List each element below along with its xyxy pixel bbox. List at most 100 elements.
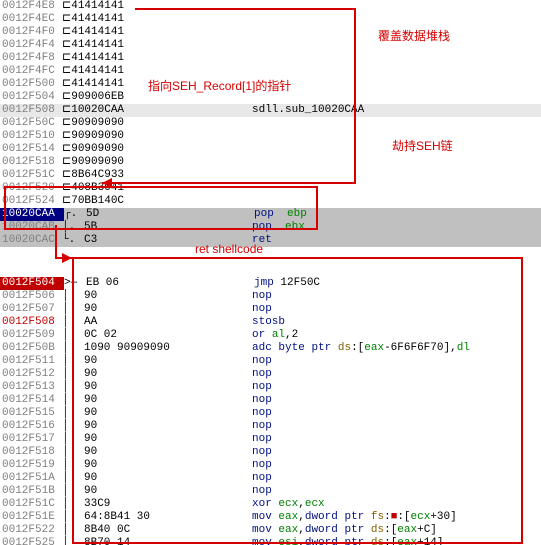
address-cell: 0012F518 xyxy=(0,156,62,169)
address-cell: 0012F513 xyxy=(0,381,62,394)
gutter-cell: │. xyxy=(62,221,84,234)
gutter-cell: │ xyxy=(62,524,84,537)
stack-row: 0012F524⊏70BB140C xyxy=(0,195,541,208)
address-cell: 0012F50C xyxy=(0,117,62,130)
gutter-cell: │ xyxy=(62,303,84,316)
address-cell: 0012F51B xyxy=(0,485,62,498)
address-cell: 0012F512 xyxy=(0,368,62,381)
stack-row: 0012F4FC⊏41414141 xyxy=(0,65,541,78)
disasm-cell xyxy=(252,195,541,208)
disasm-cell: nop xyxy=(252,381,541,394)
address-cell: 0012F4F4 xyxy=(0,39,62,52)
disasm-cell: nop xyxy=(252,485,541,498)
stack-row: 0012F4F0⊏41414141 xyxy=(0,26,541,39)
address-cell: 10020CAB xyxy=(0,221,62,234)
stack-row: 0012F50C⊏90909090 xyxy=(0,117,541,130)
address-cell: 0012F4F8 xyxy=(0,52,62,65)
disasm-cell: nop xyxy=(252,303,541,316)
disasm-cell: nop xyxy=(252,446,541,459)
disasm-cell: xor ecx,ecx xyxy=(252,498,541,511)
hex-cell: ⊏41414141 xyxy=(62,52,252,65)
address-cell: 0012F51C xyxy=(0,498,62,511)
disasm-row: 0012F513│ 90nop xyxy=(0,381,541,394)
disasm-cell xyxy=(252,182,541,195)
disasm-cell: stosb xyxy=(252,316,541,329)
stack-row: 0012F4E8⊏41414141 xyxy=(0,0,541,13)
gutter-cell: └. xyxy=(62,234,84,247)
address-cell: 10020CAC xyxy=(0,234,62,247)
gutter-cell: │ xyxy=(62,290,84,303)
disasm-cell: sdll.sub_10020CAA xyxy=(252,104,541,117)
hex-cell: ⊏408B3041 xyxy=(62,182,252,195)
stack-row: 0012F510⊏90909090 xyxy=(0,130,541,143)
hex-cell: 8B40 0C xyxy=(84,524,252,537)
disasm-cell: or al,2 xyxy=(252,329,541,342)
hex-cell: 0C 02 xyxy=(84,329,252,342)
disasm-row: 0012F517│ 90nop xyxy=(0,433,541,446)
disasm-cell: mov esi,dword ptr ds:[eax+14] xyxy=(252,537,541,545)
disasm-row: 0012F525│ 8B70 14mov esi,dword ptr ds:[e… xyxy=(0,537,541,545)
address-cell: 0012F511 xyxy=(0,355,62,368)
address-cell: 0012F515 xyxy=(0,407,62,420)
disasm-row: 0012F51E│ 64:8B41 30mov eax,dword ptr fs… xyxy=(0,511,541,524)
address-cell: 0012F506 xyxy=(0,290,62,303)
hex-cell: ⊏90909090 xyxy=(62,143,252,156)
disasm-cell: ret xyxy=(252,234,541,247)
disasm-cell: nop xyxy=(252,355,541,368)
gutter-cell: │ xyxy=(62,433,84,446)
annot-seh-hijack: 劫持SEH链 xyxy=(392,140,453,153)
hex-cell: 90 xyxy=(84,303,252,316)
poppopret-row: 10020CAA┌.5Dpop ebp xyxy=(0,208,541,221)
gutter-cell: │ xyxy=(62,459,84,472)
hex-cell: 33C9 xyxy=(84,498,252,511)
disasm-row: 0012F51B│ 90nop xyxy=(0,485,541,498)
hex-cell: ⊏90909090 xyxy=(62,156,252,169)
stack-row: 0012F4F8⊏41414141 xyxy=(0,52,541,65)
disasm-cell: mov eax,dword ptr fs:■:[ecx+30] xyxy=(252,511,541,524)
hex-cell: 1090 90909090 xyxy=(84,342,252,355)
gutter-cell: │ xyxy=(62,407,84,420)
disasm-cell xyxy=(252,169,541,182)
disasm-row: 0012F51C│ 33C9xor ecx,ecx xyxy=(0,498,541,511)
hex-cell: 90 xyxy=(84,446,252,459)
address-cell: 0012F51E xyxy=(0,511,62,524)
gutter-cell: │ xyxy=(62,342,84,355)
hex-cell: 90 xyxy=(84,407,252,420)
disasm-row: 0012F509│ 0C 02or al,2 xyxy=(0,329,541,342)
stack-row: 0012F508⊏10020CAAsdll.sub_10020CAA xyxy=(0,104,541,117)
gutter-cell: │ xyxy=(62,485,84,498)
hex-cell: 90 xyxy=(84,368,252,381)
hex-cell: 90 xyxy=(84,472,252,485)
annot-overwrite-stack: 覆盖数据堆栈 xyxy=(378,30,450,43)
address-cell: 0012F525 xyxy=(0,537,62,545)
disasm-row: 0012F516│ 90nop xyxy=(0,420,541,433)
hex-cell: EB 06 xyxy=(86,277,254,290)
stack-row: 0012F518⊏90909090 xyxy=(0,156,541,169)
annot-ret-shellcode: ret shellcode xyxy=(195,243,263,256)
stack-row: 0012F514⊏90909090 xyxy=(0,143,541,156)
disasm-row: 0012F512│ 90nop xyxy=(0,368,541,381)
hex-cell: ⊏90909090 xyxy=(62,130,252,143)
address-cell: 0012F520 xyxy=(0,182,62,195)
disasm-row: 0012F522│ 8B40 0Cmov eax,dword ptr ds:[e… xyxy=(0,524,541,537)
hex-cell: ⊏41414141 xyxy=(62,0,252,13)
disasm-row: 0012F519│ 90nop xyxy=(0,459,541,472)
hex-cell: 90 xyxy=(84,433,252,446)
address-cell: 0012F51C xyxy=(0,169,62,182)
address-cell: 0012F504 xyxy=(0,91,62,104)
hex-cell: ⊏70BB140C xyxy=(62,195,252,208)
shellcode-panel: 0012F504>—EB 06jmp 12F50C0012F506│ 90nop… xyxy=(0,277,541,545)
disasm-cell xyxy=(252,13,541,26)
address-cell: 0012F514 xyxy=(0,143,62,156)
disasm-row: 0012F506│ 90nop xyxy=(0,290,541,303)
hex-cell: ⊏41414141 xyxy=(62,39,252,52)
disasm-cell: nop xyxy=(252,459,541,472)
address-cell: 0012F516 xyxy=(0,420,62,433)
stack-row: 0012F4EC⊏41414141 xyxy=(0,13,541,26)
hex-cell: 90 xyxy=(84,381,252,394)
gutter-cell: │ xyxy=(62,420,84,433)
address-cell: 0012F524 xyxy=(0,195,62,208)
disasm-cell xyxy=(252,0,541,13)
gutter-cell: │ xyxy=(62,446,84,459)
poppopret-panel: 10020CAA┌.5Dpop ebp10020CAB│.5Bpop ebx10… xyxy=(0,208,541,247)
